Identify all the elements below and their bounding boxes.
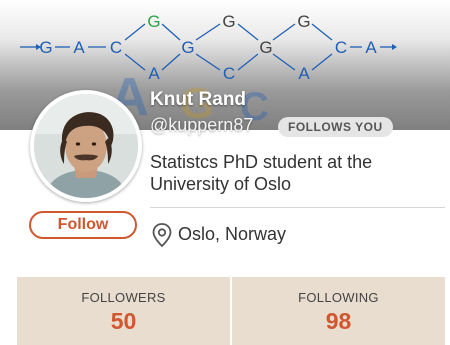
node-11: C: [335, 38, 347, 57]
node-3: G: [147, 12, 160, 31]
followers-stat[interactable]: FOLLOWERS 50: [17, 277, 230, 345]
avatar-photo-icon: [34, 94, 138, 198]
node-2: C: [110, 38, 122, 57]
node-10: A: [298, 64, 310, 83]
followers-label: FOLLOWERS: [81, 290, 166, 305]
profile-bio: Statistcs PhD student at the University …: [150, 152, 373, 194]
node-0: G: [39, 38, 52, 57]
node-5: G: [181, 38, 194, 57]
divider: [150, 207, 445, 208]
avatar[interactable]: [30, 90, 142, 202]
follows-you-badge: FOLLOWS YOU: [278, 117, 393, 137]
profile-handle: @kuppern87: [150, 115, 254, 135]
node-8: G: [259, 38, 272, 57]
node-12: A: [365, 38, 377, 57]
node-7: C: [223, 64, 235, 83]
follow-button[interactable]: Follow: [29, 211, 137, 239]
node-6: G: [222, 12, 235, 31]
stats-bar: FOLLOWERS 50 FOLLOWING 98: [17, 277, 445, 345]
profile-name: Knut Rand: [150, 89, 247, 110]
node-4: A: [148, 64, 160, 83]
location-pin-icon: [151, 222, 173, 253]
following-stat[interactable]: FOLLOWING 98: [232, 277, 445, 345]
following-label: FOLLOWING: [298, 290, 379, 305]
followers-count: 50: [110, 308, 137, 334]
profile-location: Oslo, Norway: [178, 224, 287, 244]
node-1: A: [73, 38, 85, 57]
node-9: G: [297, 12, 310, 31]
following-count: 98: [325, 308, 352, 334]
